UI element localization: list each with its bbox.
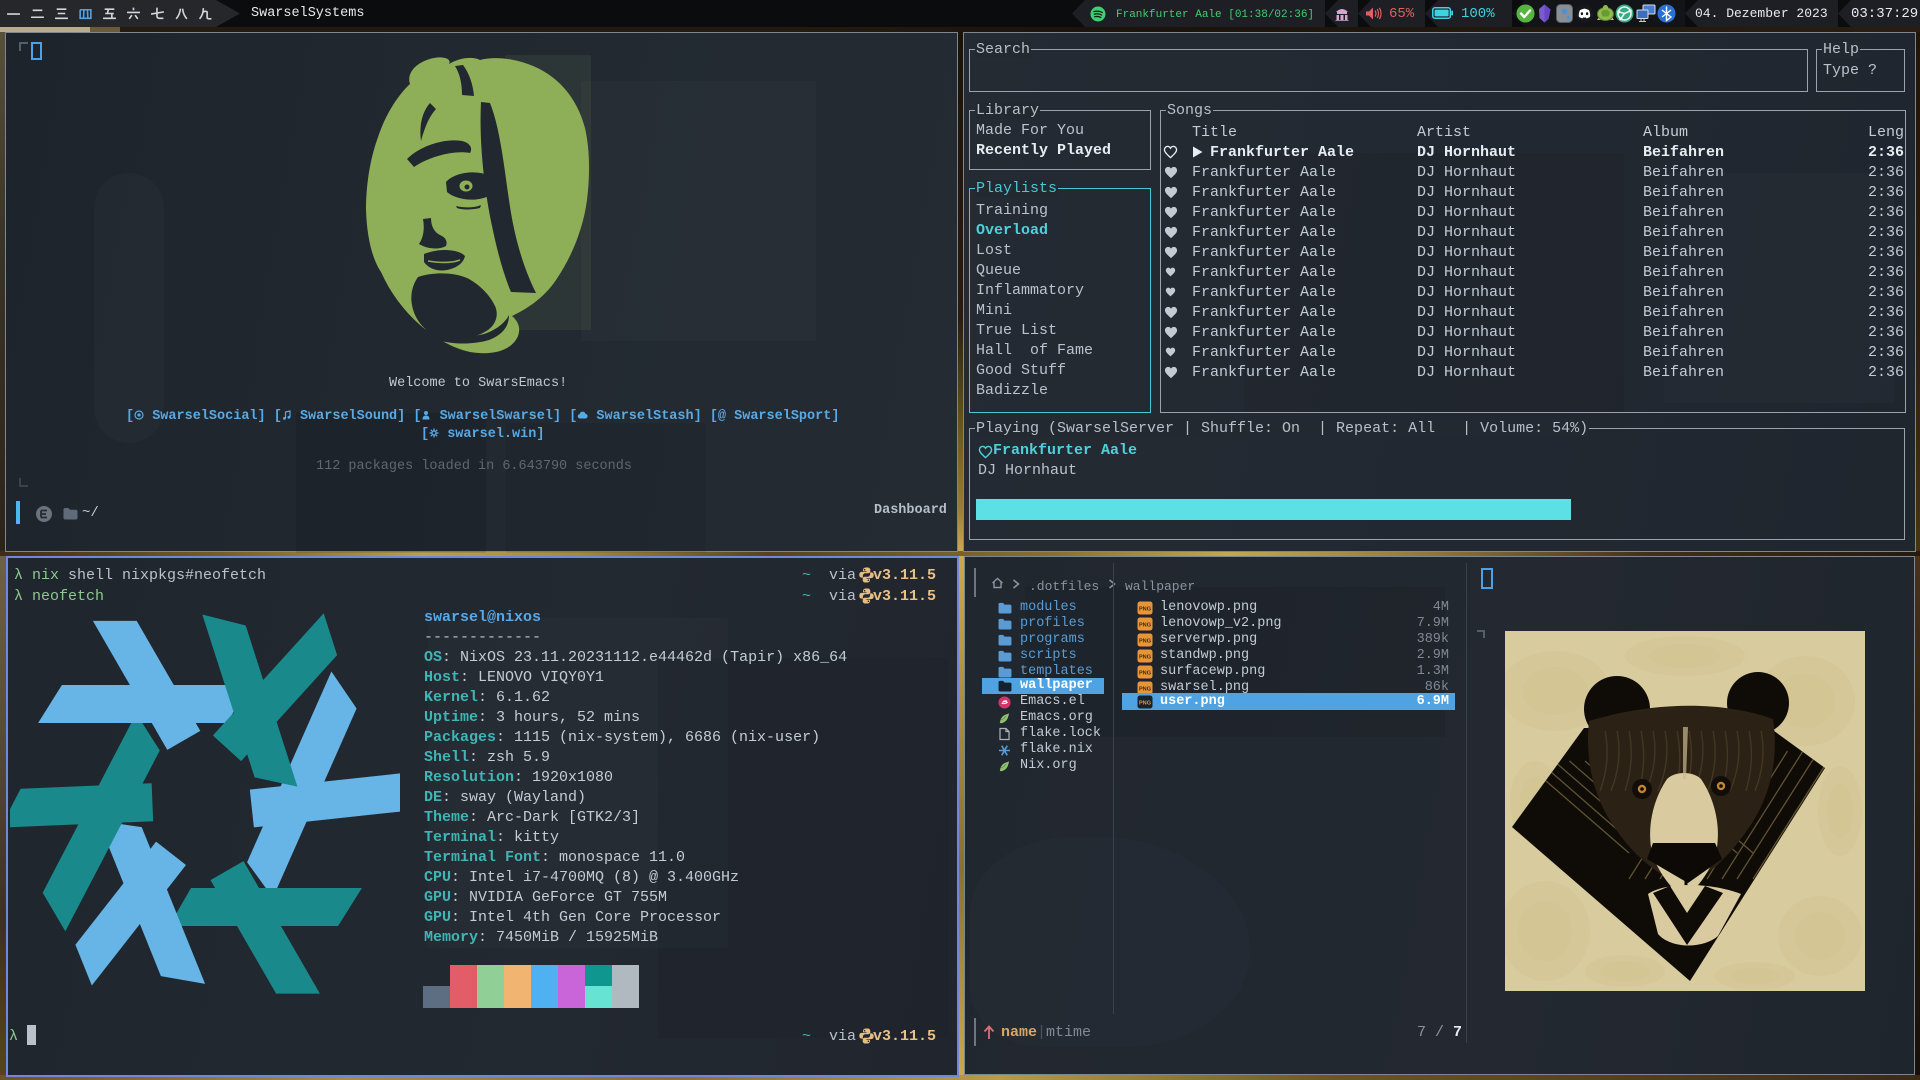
svg-text:PNG: PNG bbox=[1139, 655, 1151, 661]
svg-text:PNG: PNG bbox=[1139, 671, 1151, 677]
svg-text:PNG: PNG bbox=[1139, 607, 1151, 613]
svg-text:PNG: PNG bbox=[1139, 639, 1151, 645]
svg-text:PNG: PNG bbox=[1139, 701, 1151, 707]
svg-text:PNG: PNG bbox=[1139, 623, 1151, 629]
svg-text:PNG: PNG bbox=[1139, 687, 1151, 693]
